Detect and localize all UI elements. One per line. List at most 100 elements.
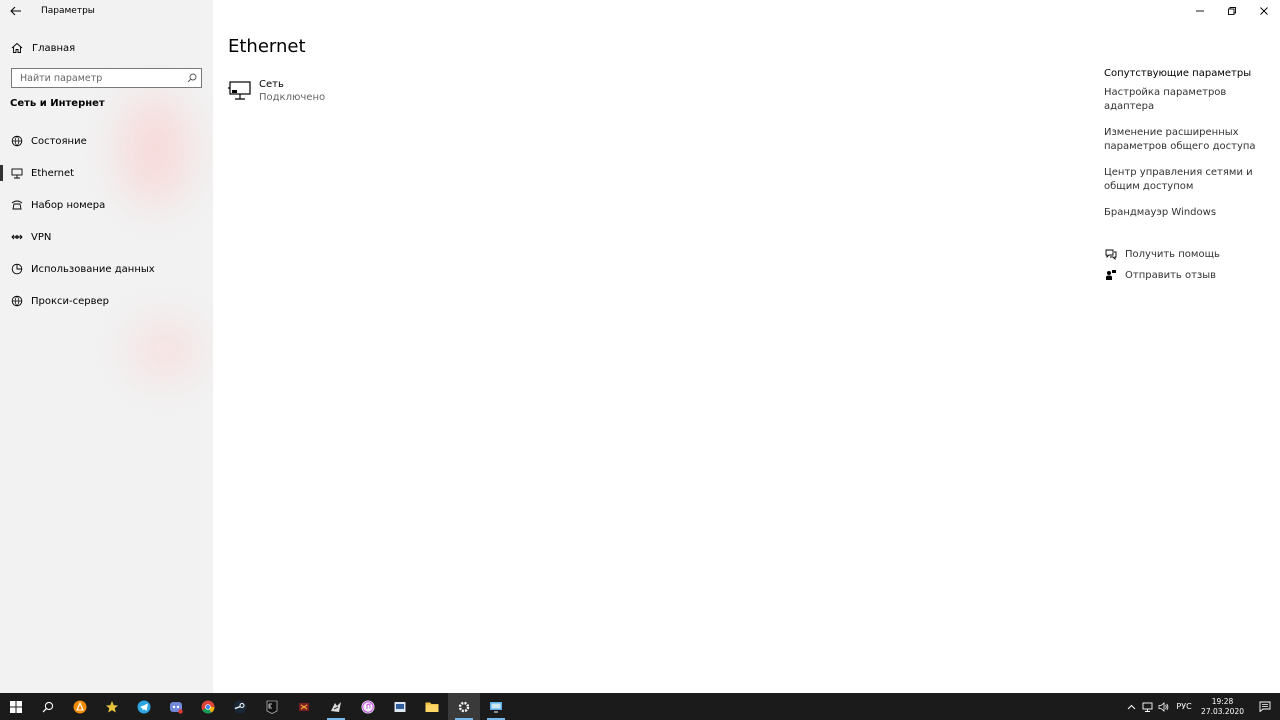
main-content: Ethernet Сеть Подключено Сопутствующие п… <box>213 0 1280 693</box>
home-label: Главная <box>32 42 76 54</box>
taskbar-file-explorer[interactable] <box>416 693 448 720</box>
tray-expand-button[interactable] <box>1123 693 1139 720</box>
related-heading: Сопутствующие параметры <box>1104 68 1252 79</box>
taskbar-chrome[interactable] <box>192 693 224 720</box>
taskbar-avast[interactable] <box>64 693 96 720</box>
clock-time: 19:28 <box>1211 696 1234 706</box>
taskbar-search-button[interactable] <box>32 693 64 720</box>
back-arrow-icon <box>10 6 21 16</box>
sidebar-item-label: Набор номера <box>31 199 106 211</box>
link-network-center[interactable]: Центр управления сетями и общим доступом <box>1104 166 1274 193</box>
home-link[interactable]: Главная <box>0 32 213 64</box>
search-input[interactable]: Найти параметр <box>11 68 202 88</box>
sidebar-item-dialup[interactable]: Набор номера <box>0 189 213 221</box>
background-blur <box>130 320 200 380</box>
sidebar-item-label: Состояние <box>31 135 87 147</box>
network-name: Сеть <box>259 79 284 90</box>
notification-icon <box>1259 701 1271 712</box>
feedback-link[interactable]: Отправить отзыв <box>1104 265 1274 286</box>
remote-desktop-icon <box>490 701 502 712</box>
restore-button[interactable] <box>1216 0 1248 22</box>
get-help-link[interactable]: Получить помощь <box>1104 244 1274 265</box>
close-icon <box>1260 7 1268 15</box>
discord-icon <box>170 701 183 714</box>
restore-icon <box>1228 7 1236 15</box>
vpn-icon <box>10 230 24 244</box>
page-title: Ethernet <box>228 36 306 57</box>
taskbar-app-game[interactable] <box>320 693 352 720</box>
system-tray: РУС 19:28 27.03.2020 <box>1123 693 1280 720</box>
volume-icon <box>1158 701 1168 712</box>
taskbar-epic-games[interactable] <box>256 693 288 720</box>
chevron-up-icon <box>1127 704 1135 709</box>
feedback-icon <box>1104 268 1118 282</box>
taskbar-remote-desktop[interactable] <box>480 693 512 720</box>
epic-games-icon <box>266 700 278 714</box>
tray-network[interactable] <box>1139 693 1155 720</box>
search-icon[interactable] <box>183 69 201 87</box>
ethernet-icon <box>10 166 24 180</box>
dialup-icon <box>10 198 24 212</box>
sidebar-item-data-usage[interactable]: Использование данных <box>0 253 213 285</box>
link-adapter-options[interactable]: Настройка параметров адаптера <box>1104 86 1274 113</box>
gear-icon <box>458 701 470 712</box>
search-icon <box>42 701 54 712</box>
taskbar-app-red[interactable] <box>288 693 320 720</box>
sidebar-item-label: Ethernet <box>31 167 75 179</box>
minimize-icon <box>1196 10 1204 12</box>
chat-help-icon <box>1104 247 1118 261</box>
sidebar-item-vpn[interactable]: VPN <box>0 221 213 253</box>
data-usage-icon <box>10 262 24 276</box>
network-monitor-icon <box>228 81 251 100</box>
app-red-icon <box>299 702 309 711</box>
action-center-button[interactable] <box>1250 693 1280 720</box>
taskbar-settings[interactable] <box>448 693 480 720</box>
window-controls <box>1184 0 1280 22</box>
start-button[interactable] <box>0 693 32 720</box>
tray-volume[interactable] <box>1155 693 1171 720</box>
home-icon <box>10 41 24 55</box>
sidebar-item-label: Использование данных <box>31 263 155 275</box>
taskbar-telegram[interactable] <box>128 693 160 720</box>
sidebar-item-label: VPN <box>31 231 52 243</box>
network-tray-icon <box>1142 702 1152 712</box>
sidebar-item-status[interactable]: Состояние <box>0 125 213 157</box>
taskbar-itunes[interactable] <box>352 693 384 720</box>
taskbar-steam[interactable] <box>224 693 256 720</box>
globe-icon <box>10 294 24 308</box>
tray-language[interactable]: РУС <box>1171 693 1197 720</box>
taskbar: РУС 19:28 27.03.2020 <box>0 693 1280 720</box>
help-section: Получить помощь Отправить отзыв <box>1104 244 1274 286</box>
link-sharing-options[interactable]: Изменение расширенных параметров общего … <box>1104 126 1274 153</box>
telegram-icon <box>137 700 151 713</box>
taskbar-app-blue[interactable] <box>384 693 416 720</box>
app-title: Параметры <box>41 6 95 16</box>
star-icon <box>106 700 118 712</box>
sidebar-nav: Состояние Ethernet Набор номера VPN Испо… <box>0 125 213 317</box>
title-bar: Параметры <box>0 0 213 22</box>
folder-icon <box>425 702 439 712</box>
network-item[interactable]: Сеть Подключено <box>228 79 325 103</box>
itunes-icon <box>361 700 375 713</box>
sidebar-item-label: Прокси-сервер <box>31 295 110 307</box>
link-firewall[interactable]: Брандмауэр Windows <box>1104 206 1274 220</box>
windows-logo-icon <box>10 700 22 713</box>
tray-clock[interactable]: 19:28 27.03.2020 <box>1201 697 1244 717</box>
globe-status-icon <box>10 134 24 148</box>
game-app-icon <box>331 701 341 712</box>
minimize-button[interactable] <box>1184 0 1216 22</box>
related-settings: Сопутствующие параметры Настройка параме… <box>1104 68 1274 286</box>
taskbar-discord[interactable] <box>160 693 192 720</box>
back-button[interactable] <box>0 0 32 22</box>
get-help-label: Получить помощь <box>1125 248 1220 260</box>
avast-icon <box>73 700 87 713</box>
feedback-label: Отправить отзыв <box>1125 269 1217 281</box>
section-title: Сеть и Интернет <box>10 98 105 109</box>
sidebar-item-proxy[interactable]: Прокси-сервер <box>0 285 213 317</box>
sidebar-item-ethernet[interactable]: Ethernet <box>0 157 213 189</box>
network-status: Подключено <box>259 92 326 103</box>
sidebar: Параметры Главная Найти параметр Сеть и … <box>0 0 213 693</box>
close-button[interactable] <box>1248 0 1280 22</box>
taskbar-star-app[interactable] <box>96 693 128 720</box>
chrome-icon <box>201 700 215 713</box>
